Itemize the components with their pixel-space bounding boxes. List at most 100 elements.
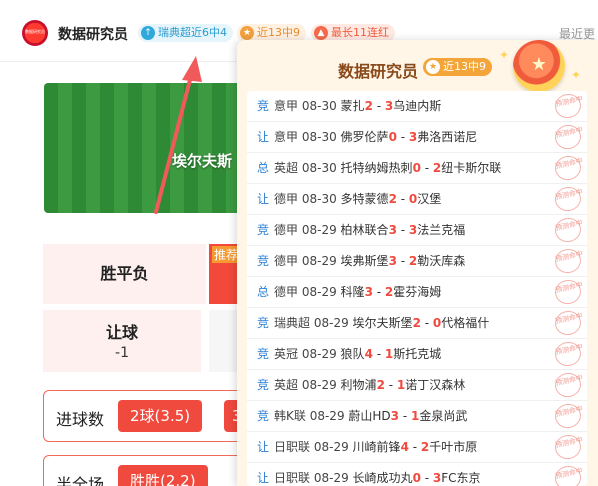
- home-score: 2: [412, 316, 421, 330]
- home-team: 蔚山HD: [348, 409, 391, 423]
- hit-stamp: 预测命中: [552, 401, 584, 431]
- bet-type: 总: [257, 285, 270, 299]
- score-separator: -: [372, 285, 385, 299]
- home-team: 科隆: [340, 285, 365, 299]
- home-score: 0: [412, 471, 421, 485]
- league: 瑞典超: [274, 316, 311, 330]
- hit-stamp: 预测命中: [552, 277, 584, 307]
- score-separator: -: [384, 378, 397, 392]
- hit-stamp: 预测命中: [552, 246, 584, 276]
- score-separator: -: [420, 316, 433, 330]
- away-score: 1: [384, 347, 394, 361]
- record-row[interactable]: 总德甲 08-29 科隆3 - 2霍芬海姆 预测命中: [247, 277, 587, 308]
- record-row[interactable]: 总英超 08-30 托特纳姆热刺0 - 2纽卡斯尔联 预测命中: [247, 153, 587, 184]
- bet-type: 让: [257, 192, 270, 206]
- hit-stamp: 预测命中: [552, 308, 584, 338]
- record-row[interactable]: 竞德甲 08-29 柏林联合3 - 3法兰克福 预测命中: [247, 215, 587, 246]
- hit-stamp: 预测命中: [552, 184, 584, 214]
- bet-type: 竞: [257, 409, 270, 423]
- away-team: 金泉尚武: [419, 409, 468, 423]
- away-score: 0: [432, 316, 442, 330]
- hit-stamp: 预测命中: [552, 432, 584, 462]
- away-score: 2: [432, 161, 442, 175]
- away-team: 诺丁汉森林: [405, 378, 466, 392]
- bet-type: 让: [257, 440, 270, 454]
- record-row[interactable]: 竞意甲 08-30 蒙扎2 - 3乌迪内斯 预测命中: [247, 91, 587, 122]
- record-row[interactable]: 让德甲 08-30 多特蒙德2 - 0汉堡 预测命中: [247, 184, 587, 215]
- away-score: 2: [408, 254, 418, 268]
- match-date: 08-29: [301, 254, 337, 268]
- match-date: 08-29: [301, 223, 337, 237]
- league: 韩K联: [274, 409, 306, 423]
- score-separator: -: [396, 130, 409, 144]
- league: 意甲: [274, 130, 299, 144]
- away-score: 0: [408, 192, 418, 206]
- record-row[interactable]: 竞韩K联 08-29 蔚山HD3 - 1金泉尚武 预测命中: [247, 401, 587, 432]
- match-info: 瑞典超 08-29 埃尔夫斯堡2 - 0代格福什: [274, 308, 489, 338]
- bet-type: 竞: [257, 378, 270, 392]
- record-row[interactable]: 竞德甲 08-29 埃弗斯堡3 - 2勒沃库森 预测命中: [247, 246, 587, 277]
- medal-icon: ★: [513, 40, 565, 92]
- bet-type: 竞: [257, 316, 270, 330]
- league: 德甲: [274, 254, 299, 268]
- record-row[interactable]: 竞英超 08-29 利物浦2 - 1诺丁汉森林 预测命中: [247, 370, 587, 401]
- away-score: 3: [384, 99, 394, 113]
- league: 英超: [274, 161, 299, 175]
- match-date: 08-29: [301, 378, 337, 392]
- match-date: 08-29: [313, 471, 349, 485]
- record-row[interactable]: 竞瑞典超 08-29 埃尔夫斯堡2 - 0代格福什 预测命中: [247, 308, 587, 339]
- match-date: 08-29: [313, 440, 349, 454]
- home-score: 4: [400, 440, 409, 454]
- score-separator: -: [372, 347, 385, 361]
- hit-stamp: 预测命中: [552, 153, 584, 183]
- home-score: 3: [388, 223, 397, 237]
- away-team: 纽卡斯尔联: [441, 161, 502, 175]
- match-info: 韩K联 08-29 蔚山HD3 - 1金泉尚武: [274, 401, 467, 431]
- match-info: 英超 08-30 托特纳姆热刺0 - 2纽卡斯尔联: [274, 153, 501, 183]
- league: 日职联: [274, 440, 311, 454]
- sparkle-icon: ✦: [499, 48, 510, 62]
- league: 英冠: [274, 347, 299, 361]
- star-icon: ★: [426, 60, 440, 74]
- home-score: 3: [388, 254, 397, 268]
- away-team: 弗洛西诺尼: [417, 130, 478, 144]
- match-info: 德甲 08-29 科隆3 - 2霍芬海姆: [274, 277, 441, 307]
- hit-stamp: 预测命中: [552, 91, 584, 121]
- away-team: 乌迪内斯: [393, 99, 442, 113]
- home-score: 2: [364, 99, 373, 113]
- match-info: 德甲 08-30 多特蒙德2 - 0汉堡: [274, 184, 441, 214]
- score-separator: -: [396, 223, 409, 237]
- match-date: 08-29: [313, 316, 349, 330]
- record-row[interactable]: 让日职联 08-29 川崎前锋4 - 2千叶市原 预测命中: [247, 432, 587, 463]
- bet-type: 竞: [257, 223, 270, 237]
- record-list: 竞意甲 08-30 蒙扎2 - 3乌迪内斯 预测命中让意甲 08-30 佛罗伦萨0…: [247, 91, 587, 486]
- bet-type: 竞: [257, 99, 270, 113]
- bet-type: 竞: [257, 254, 270, 268]
- away-team: 法兰克福: [417, 223, 466, 237]
- home-score: 0: [388, 130, 397, 144]
- match-info: 德甲 08-29 埃弗斯堡3 - 2勒沃库森: [274, 246, 465, 276]
- home-team: 多特蒙德: [340, 192, 389, 206]
- home-score: 2: [388, 192, 397, 206]
- bet-type: 竞: [257, 347, 270, 361]
- league: 德甲: [274, 223, 299, 237]
- match-info: 日职联 08-29 川崎前锋4 - 2千叶市原: [274, 432, 477, 462]
- score-separator: -: [396, 192, 409, 206]
- home-team: 埃弗斯堡: [340, 254, 389, 268]
- away-score: 3: [408, 130, 418, 144]
- score-separator: -: [408, 440, 421, 454]
- league: 意甲: [274, 99, 299, 113]
- record-row[interactable]: 竞英冠 08-29 狼队4 - 1斯托克城 预测命中: [247, 339, 587, 370]
- away-team: 汉堡: [417, 192, 442, 206]
- home-team: 柏林联合: [340, 223, 389, 237]
- match-info: 英超 08-29 利物浦2 - 1诺丁汉森林: [274, 370, 465, 400]
- away-team: 代格福什: [441, 316, 490, 330]
- home-score: 4: [364, 347, 373, 361]
- away-team: FC东京: [441, 471, 481, 485]
- record-row[interactable]: 让日职联 08-29 长崎成功丸0 - 3FC东京 预测命中: [247, 463, 587, 486]
- match-date: 08-30: [301, 130, 337, 144]
- home-score: 3: [364, 285, 373, 299]
- record-row[interactable]: 让意甲 08-30 佛罗伦萨0 - 3弗洛西诺尼 预测命中: [247, 122, 587, 153]
- popup-title: 数据研究员: [338, 62, 419, 81]
- match-info: 英冠 08-29 狼队4 - 1斯托克城: [274, 339, 441, 369]
